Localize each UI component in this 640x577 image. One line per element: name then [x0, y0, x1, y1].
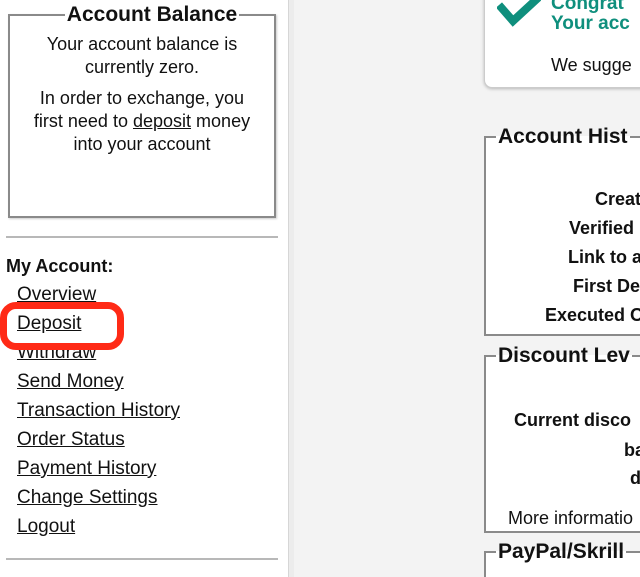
nav-withdraw-link[interactable]: Withdraw — [17, 342, 96, 363]
nav-item-transaction-history[interactable]: Transaction History — [17, 400, 180, 429]
checkmark-icon — [497, 0, 541, 27]
nav-item-overview[interactable]: Overview — [17, 284, 180, 313]
nav-item-withdraw[interactable]: Withdraw — [17, 342, 180, 371]
account-balance-legend: Account Balance — [66, 3, 238, 26]
congrats-suggestion: We sugge — [551, 55, 632, 75]
congrats-subtitle: Your acc — [551, 13, 630, 34]
nav-overview-link[interactable]: Overview — [17, 284, 96, 305]
nav-item-deposit[interactable]: Deposit — [17, 313, 180, 342]
nav-transaction-history-link[interactable]: Transaction History — [17, 400, 180, 421]
my-account-heading: My Account: — [6, 256, 114, 276]
history-row-executed-order: Executed Ord — [544, 305, 640, 325]
nav-change-settings-link[interactable]: Change Settings — [17, 487, 158, 508]
account-history-box: Account Hist Created Verified En Link to… — [484, 126, 640, 336]
account-history-legend: Account Hist — [498, 125, 628, 148]
nav-order-status-link[interactable]: Order Status — [17, 429, 125, 450]
history-row-verified: Verified En — [568, 218, 640, 238]
deposit-instructions: In order to exchange, you first need to … — [24, 87, 260, 156]
discount-line-3: d — [630, 468, 640, 488]
paypal-skrill-legend: PayPal/Skrill — [498, 540, 625, 563]
congratulations-notice: Congrat Your acc We sugge — [484, 0, 640, 88]
history-row-first-deposit: First Depo — [572, 276, 640, 296]
nav-item-send-money[interactable]: Send Money — [17, 371, 180, 400]
nav-payment-history-link[interactable]: Payment History — [17, 458, 156, 479]
discount-level-legend: Discount Lev — [498, 344, 630, 367]
nav-deposit-link[interactable]: Deposit — [17, 313, 81, 334]
balance-status-text: Your account balance is currently zero. — [46, 34, 238, 77]
deposit-link[interactable]: deposit — [133, 111, 191, 131]
discount-current-label: Current disco — [514, 410, 632, 430]
discount-more-info: More informatio — [508, 508, 634, 528]
history-row-created: Created — [594, 189, 640, 209]
nav-item-payment-history[interactable]: Payment History — [17, 458, 180, 487]
divider — [6, 236, 278, 238]
account-nav: Overview Deposit Withdraw Send Money Tra… — [17, 284, 180, 545]
divider — [6, 558, 278, 560]
discount-level-box: Discount Lev Current disco ba d More inf… — [484, 345, 640, 533]
account-history-rows: Created Verified En Link to ava First De… — [545, 185, 640, 330]
account-balance-box: Account Balance Your account balance is … — [8, 4, 276, 218]
nav-logout-link[interactable]: Logout — [17, 516, 75, 537]
discount-line-2: ba — [624, 440, 640, 460]
nav-send-money-link[interactable]: Send Money — [17, 371, 124, 392]
nav-item-order-status[interactable]: Order Status — [17, 429, 180, 458]
paypal-skrill-box: PayPal/Skrill — [484, 541, 640, 577]
history-row-link: Link to ava — [567, 247, 640, 267]
nav-item-logout[interactable]: Logout — [17, 516, 180, 545]
left-sidebar: Account Balance Your account balance is … — [0, 0, 290, 577]
nav-item-change-settings[interactable]: Change Settings — [17, 487, 180, 516]
